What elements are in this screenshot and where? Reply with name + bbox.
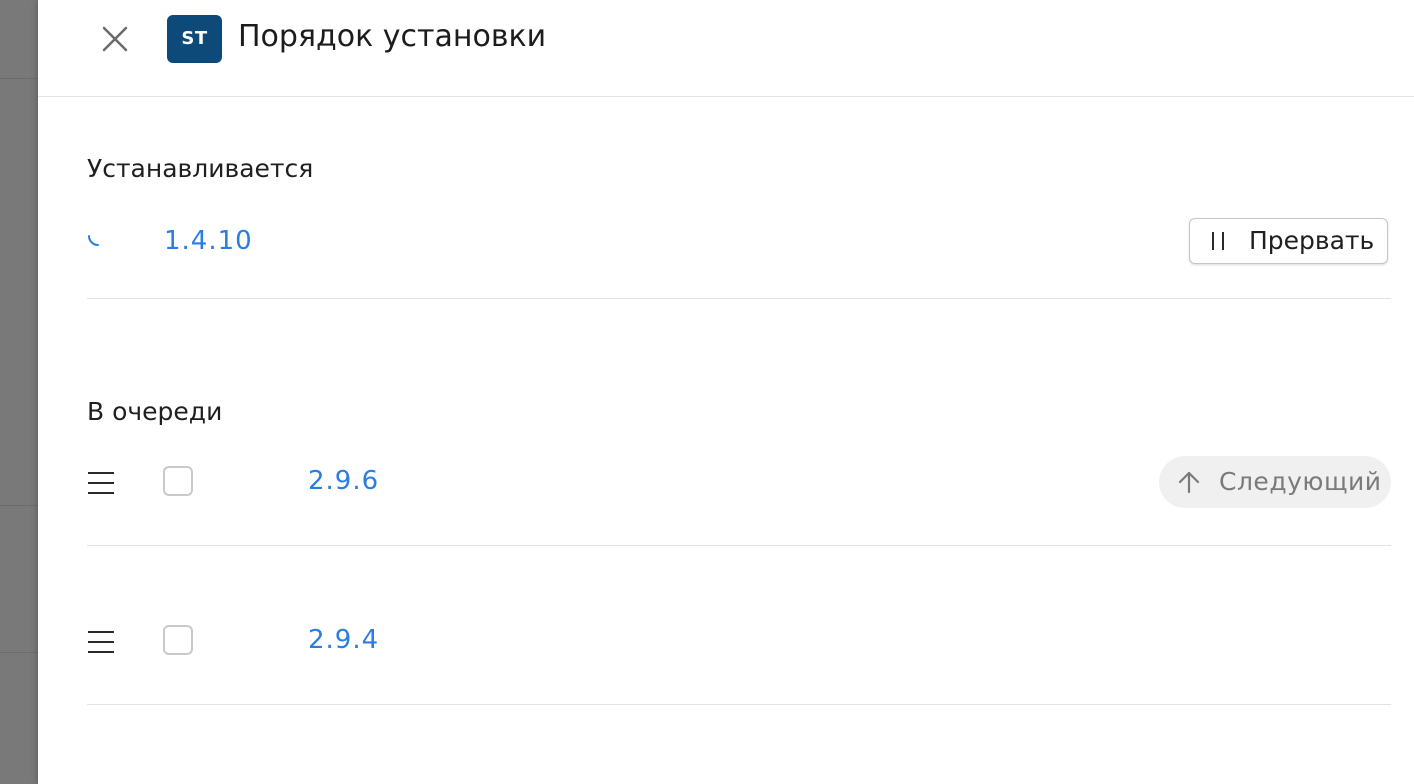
queue-item-version-link[interactable]: 2.9.4 xyxy=(308,623,379,657)
abort-button-label: Прервать xyxy=(1249,226,1375,255)
backdrop-divider xyxy=(0,78,38,79)
divider xyxy=(87,704,1391,705)
queue-section-title: В очереди xyxy=(87,397,223,426)
page-title: Порядок установки xyxy=(238,19,547,54)
panel-header: ST Порядок установки xyxy=(38,0,1414,97)
queue-item-checkbox[interactable] xyxy=(163,466,193,496)
drag-handle-icon[interactable] xyxy=(88,472,114,494)
pause-icon xyxy=(1212,232,1226,250)
install-order-panel: ST Порядок установки Устанавливается 1.4… xyxy=(38,0,1414,784)
backdrop-divider xyxy=(0,652,38,653)
arrow-up-icon xyxy=(1178,471,1200,494)
spinner-icon xyxy=(86,228,106,248)
installing-section-title: Устанавливается xyxy=(87,154,314,183)
move-to-next-label: Следующий xyxy=(1219,467,1382,496)
close-icon xyxy=(102,26,128,52)
divider xyxy=(87,298,1391,299)
installing-version-link[interactable]: 1.4.10 xyxy=(164,224,253,258)
queue-item-version-link[interactable]: 2.9.6 xyxy=(308,464,379,498)
modal-backdrop[interactable] xyxy=(0,0,38,784)
divider xyxy=(87,545,1391,546)
drag-handle-icon[interactable] xyxy=(88,631,114,653)
close-button[interactable] xyxy=(98,22,132,56)
queue-item-checkbox[interactable] xyxy=(163,625,193,655)
backdrop-divider xyxy=(0,505,38,506)
app-badge: ST xyxy=(167,15,222,63)
move-to-next-button[interactable]: Следующий xyxy=(1159,456,1391,508)
abort-button[interactable]: Прервать xyxy=(1189,218,1388,264)
